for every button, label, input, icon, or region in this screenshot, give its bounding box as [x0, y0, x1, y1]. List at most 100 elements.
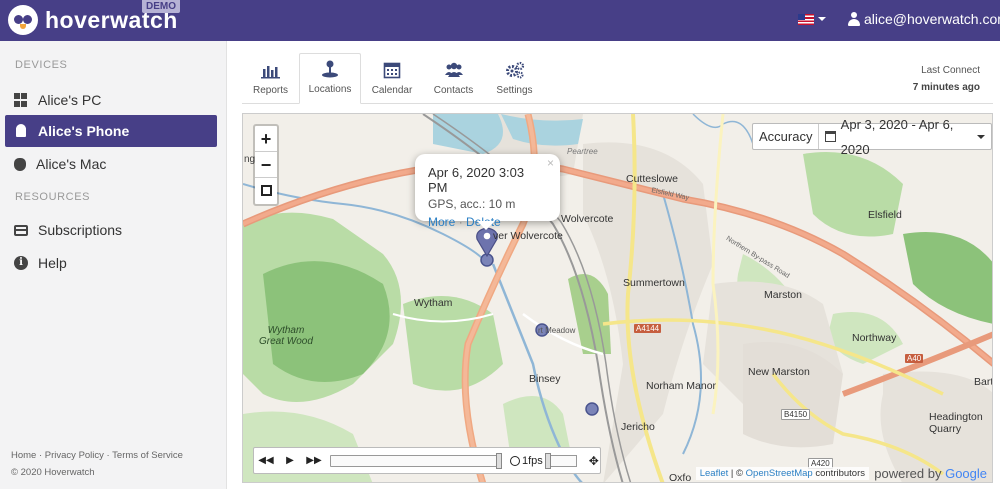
last-connect: Last Connect 7 minutes ago	[913, 65, 980, 93]
tab-calendar[interactable]: Calendar	[361, 53, 423, 104]
gears-icon	[505, 61, 524, 79]
zoom-out-button[interactable]: −	[255, 152, 277, 178]
popup-delete-link[interactable]: Delete	[466, 215, 501, 229]
timeline-slider[interactable]	[330, 452, 502, 469]
location-icon	[322, 60, 338, 78]
attribution-suffix: contributors	[815, 468, 865, 479]
demo-badge: DEMO	[142, 0, 180, 13]
language-caret-icon[interactable]	[818, 17, 826, 21]
accuracy-button[interactable]: Accuracy	[753, 124, 820, 149]
sidebar-item-subscriptions[interactable]: Subscriptions	[5, 214, 217, 246]
map-label-northway: Northway	[852, 332, 897, 344]
sidebar-item-alices-pc[interactable]: Alice's PC	[5, 84, 217, 116]
windows-icon	[14, 93, 28, 107]
top-bar: hoverwatch DEMO alice@hoverwatch.com	[0, 0, 1000, 41]
map-label-summertown: Summertown	[623, 277, 685, 289]
map-attribution: Leaflet | © OpenStreetMap contributors	[695, 467, 869, 480]
footer-links[interactable]: Home · Privacy Policy · Terms of Service	[11, 450, 183, 461]
map-label-barton: Bart	[974, 376, 993, 388]
tab-label: Contacts	[433, 85, 474, 96]
sidebar-item-label: Alice's Phone	[38, 123, 130, 139]
popup-timestamp: Apr 6, 2020 3:03 PM	[428, 165, 525, 195]
tab-reports[interactable]: Reports	[242, 53, 299, 104]
map-label-wolvercote: Wolvercote	[561, 213, 614, 225]
clock-icon	[510, 455, 520, 466]
fullscreen-icon	[260, 185, 272, 196]
last-connect-value: 7 minutes ago	[912, 82, 980, 93]
google-logo: Google	[945, 466, 987, 481]
map-label-jericho: Jericho	[621, 421, 655, 433]
tab-settings[interactable]: Settings	[484, 53, 545, 104]
zoom-control: + −	[253, 124, 279, 206]
tab-bar: Reports Locations Calendar Contacts Sett…	[242, 53, 993, 104]
sidebar-item-label: Alice's Mac	[36, 156, 107, 172]
play-button[interactable]: ▶	[278, 455, 302, 466]
owl-logo-icon	[8, 5, 38, 35]
tab-label: Settings	[496, 85, 533, 96]
resources-section-title: RESOURCES	[15, 191, 91, 203]
map-label-wytham: Wytham	[414, 297, 453, 309]
road-shield-a40: A40	[905, 354, 924, 363]
map-label-norham-manor: Norham Manor	[646, 380, 717, 392]
date-range-dropdown[interactable]: Apr 3, 2020 - Apr 6, 2020	[819, 117, 991, 157]
tab-contacts[interactable]: Contacts	[423, 53, 484, 104]
zoom-in-button[interactable]: +	[255, 126, 277, 152]
apple-icon	[14, 157, 26, 171]
map-label-headington-quarry: Headington Quarry	[929, 411, 983, 435]
map-filter-control: Accuracy Apr 3, 2020 - Apr 6, 2020	[752, 117, 992, 157]
fps-handle[interactable]	[544, 452, 551, 469]
map-label-peartree: Peartree	[567, 147, 598, 156]
move-icon[interactable]: ✥	[589, 454, 599, 468]
info-icon: i	[14, 256, 28, 270]
fullscreen-button[interactable]	[255, 178, 277, 204]
sidebar-item-label: Help	[38, 255, 67, 271]
map-label-lower-wolvercote: ver Wolvercote	[493, 230, 563, 242]
timeline-handle[interactable]	[496, 452, 502, 469]
fps-value: 1fps	[522, 454, 543, 467]
tab-locations[interactable]: Locations	[299, 53, 361, 104]
map-label-marston: Marston	[764, 289, 802, 301]
fast-forward-button[interactable]: ▶▶	[302, 455, 326, 466]
us-flag-icon[interactable]	[798, 14, 814, 25]
osm-link[interactable]: OpenStreetMap	[746, 468, 813, 479]
sidebar-item-label: Alice's PC	[38, 92, 102, 108]
last-connect-label: Last Connect	[921, 65, 980, 76]
sidebar-item-help[interactable]: i Help	[5, 247, 217, 279]
sidebar-item-alices-mac[interactable]: Alice's Mac	[5, 148, 217, 180]
close-icon[interactable]: ×	[547, 156, 554, 170]
map-label-wytham-great-wood: Wytham Great Wood	[259, 325, 313, 347]
bar-chart-icon	[260, 66, 280, 79]
chevron-down-icon	[977, 134, 985, 139]
sidebar-item-alices-phone[interactable]: Alice's Phone	[5, 115, 217, 147]
fps-control: 1fps	[510, 452, 577, 469]
location-map[interactable]: ngton Peartree Cutteslowe Wolvercote ver…	[242, 113, 993, 483]
map-label-cutteslowe: Cutteslowe	[626, 173, 678, 185]
sidebar: DEVICES Alice's PC Alice's Phone Alice's…	[0, 41, 227, 489]
sidebar-item-label: Subscriptions	[38, 222, 123, 238]
user-email: alice@hoverwatch.com	[864, 11, 1000, 27]
leaflet-link[interactable]: Leaflet	[700, 468, 729, 479]
map-label-oxford: Oxfo	[669, 472, 692, 483]
powered-by-text: powered by	[874, 466, 942, 481]
tab-label: Locations	[308, 84, 352, 95]
tab-label: Calendar	[371, 85, 413, 96]
calendar-icon	[383, 62, 401, 79]
road-shield-b4150: B4150	[781, 409, 811, 420]
user-menu[interactable]: alice@hoverwatch.com	[848, 11, 1000, 27]
map-label-elsfield: Elsfield	[868, 209, 902, 221]
popup-link-separator: ·	[458, 215, 463, 229]
rewind-button[interactable]: ◀◀	[254, 455, 278, 466]
fps-slider[interactable]	[544, 452, 577, 469]
map-label-new-marston: New Marston	[748, 366, 810, 378]
date-range-value: Apr 3, 2020 - Apr 6, 2020	[840, 116, 954, 157]
popup-accuracy: GPS, acc.: 10 m	[428, 197, 516, 211]
contacts-icon	[444, 62, 463, 77]
copyright: © 2020 Hoverwatch	[11, 467, 95, 478]
map-tiles	[243, 114, 992, 482]
playback-control: ◀◀ ▶ ▶▶ 1fps ✥	[253, 447, 601, 474]
map-label-port-meadow: rt Meadow	[538, 326, 576, 335]
calendar-icon	[825, 131, 836, 142]
powered-by-google: powered by Google	[874, 466, 987, 481]
popup-more-link[interactable]: More	[428, 215, 455, 229]
map-label-binsey: Binsey	[529, 373, 561, 385]
